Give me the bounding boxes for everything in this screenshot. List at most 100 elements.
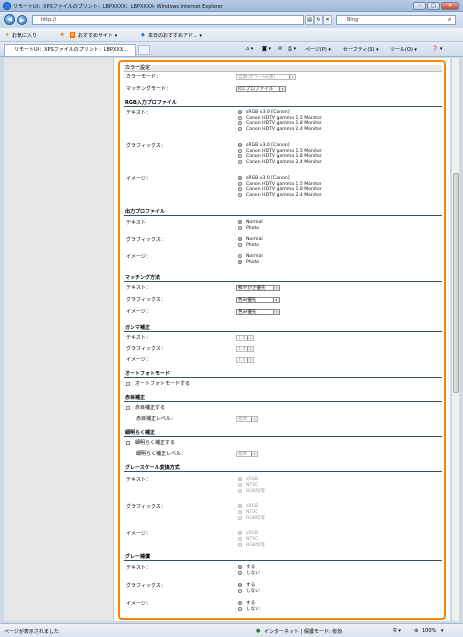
matching_method-select[interactable]: 色み優先 ▾ [236,309,280,315]
redeye-level-select[interactable]: 標準 ▾ [236,416,258,422]
back-button[interactable]: ◀ [4,14,15,25]
search-icon[interactable]: ⌕ [448,16,451,24]
gray_comp-radio-option[interactable]: する [238,601,255,606]
radio-button-icon[interactable] [238,543,242,547]
radio-button-icon[interactable] [238,154,242,158]
minimize-button[interactable]: – [413,2,426,10]
radio-button-icon[interactable] [238,220,242,224]
gray_comp-radio-option[interactable]: しない [238,607,260,612]
matching-mode-select[interactable]: ICCプロファイル ▾ [236,86,286,92]
safety-menu[interactable]: セーフティ(S) ▾ [343,46,379,53]
color-mode-select[interactable]: 自動(カラー/白黒) ▾ [236,74,296,80]
radio-button-icon[interactable] [238,531,242,535]
radio-button-icon[interactable] [238,601,242,605]
rgb_profile-radio-option[interactable]: Canon HDTV gamma 2.4 Monitor [238,192,322,198]
security-zone[interactable]: インターネット | 保護モード: 有効 [264,628,342,635]
grayscale-radio-option[interactable]: RGB均等 [238,516,265,521]
radio-button-icon[interactable] [238,181,242,186]
page-menu[interactable]: ページ(P) ▾ [305,46,331,53]
rgb_profile-radio-option[interactable]: Canon HDTV gamma 1.5 Monitor [238,148,322,154]
gamma-select[interactable]: 1.4 ▾ [236,335,254,341]
rgb_profile-radio-option[interactable]: sRGB v3.0 [Canon] [238,176,289,181]
radio-button-icon[interactable] [238,115,242,120]
suggested-sites-link[interactable]: おすすめサイト ▾ [78,32,117,39]
radio-button-icon[interactable] [238,110,242,114]
grayscale-radio-option[interactable]: NTSC [238,483,258,488]
radio-button-icon[interactable] [238,148,242,153]
rgb_profile-radio-option[interactable]: Canon HDTV gamma 1.8 Monitor [238,154,322,159]
refresh-icon[interactable]: ↻ [314,15,323,25]
url-input[interactable]: http:// [32,15,304,25]
radio-button-icon[interactable] [238,565,242,569]
radio-button-icon[interactable] [238,237,242,241]
radio-button-icon[interactable] [238,226,242,230]
output_profile-radio-option[interactable]: Photo [238,226,259,231]
grayscale-radio-option[interactable]: sRGB [238,504,258,509]
rgb_profile-radio-option[interactable]: sRGB v3.0 [Canon] [238,143,289,148]
favorites-button[interactable]: お気に入り [12,32,37,39]
radio-button-icon[interactable] [238,187,242,191]
rgb_profile-radio-option[interactable]: Canon HDTV gamma 2.4 Monitor [238,159,322,165]
zoom-dropdown-icon[interactable]: ▾ [441,628,444,634]
matching_method-select[interactable]: 鮮やかさ優先 ▾ [236,285,280,291]
close-button[interactable]: ✕ [441,2,459,10]
grayscale-radio-option[interactable]: RGB均等 [238,543,265,548]
radio-button-icon[interactable] [238,243,242,247]
grayscale-radio-option[interactable]: sRGB [238,477,258,482]
radio-button-icon[interactable] [238,607,242,611]
vertical-scrollbar[interactable] [451,58,459,621]
home-icon[interactable]: ⌂ ▾ [246,46,253,52]
print-icon[interactable]: ⎙ ▾ [288,46,296,52]
radio-button-icon[interactable] [238,260,242,264]
radio-button-icon[interactable] [238,504,242,508]
mail-icon[interactable]: ✉ [278,46,282,52]
matching_method-select[interactable]: 色み優先 ▾ [236,297,280,303]
rgb_profile-radio-option[interactable]: Canon HDTV gamma 1.8 Monitor [238,121,322,126]
rgb_profile-radio-option[interactable]: Canon HDTV gamma 1.5 Monitor [238,181,322,187]
grayscale-radio-option[interactable]: RGB均等 [238,489,265,494]
gray_comp-radio-option[interactable]: する [238,565,255,570]
output_profile-radio-option[interactable]: Normal [238,254,263,259]
today-link[interactable]: 本日のおすすめアド... ▾ [148,32,202,39]
radio-button-icon[interactable] [238,477,242,481]
scrollbar-thumb[interactable] [453,173,459,393]
radio-button-icon[interactable] [238,143,242,147]
output_profile-radio-option[interactable]: Normal [238,237,263,242]
new-tab-button[interactable] [138,45,150,55]
gray_comp-radio-option[interactable]: しない [238,589,260,594]
gamma-select[interactable]: 1.4 ▾ [236,357,254,363]
tools-menu[interactable]: ツール(O) ▾ [390,46,417,53]
gray_comp-radio-option[interactable]: しない [238,571,260,576]
radio-button-icon[interactable] [238,583,242,587]
stop-icon[interactable]: ✕ [323,15,332,25]
redeye-checkbox[interactable]: 赤目補正する [126,405,165,411]
radio-button-icon[interactable] [238,254,242,258]
help-menu[interactable]: ❓ ▾ [432,46,442,52]
rgb_profile-radio-option[interactable]: sRGB v3.0 [Canon] [238,110,289,115]
gray_comp-radio-option[interactable]: する [238,583,255,588]
browser-tab[interactable]: リモートUI：XPSファイルのプリント：LBPXXX... [4,44,136,56]
rgb_profile-radio-option[interactable]: Canon HDTV gamma 1.5 Monitor [238,115,322,121]
protected-mode-icon[interactable]: ⛨ ▾ [393,628,401,634]
radio-button-icon[interactable] [238,537,242,541]
radio-button-icon[interactable] [238,571,242,575]
radio-button-icon[interactable] [238,489,242,493]
search-input[interactable]: Bing [336,15,456,25]
bright-level-select[interactable]: 標準 ▾ [236,451,258,457]
grayscale-radio-option[interactable]: NTSC [238,510,258,515]
radio-button-icon[interactable] [238,121,242,125]
radio-button-icon[interactable] [238,589,242,593]
bright-checkbox[interactable]: 細明らく補正する [126,440,175,446]
maximize-button[interactable]: □ [427,2,440,10]
feeds-icon[interactable]: ◙ ▾ [262,46,271,52]
radio-button-icon[interactable] [238,192,242,197]
compat-view-icon[interactable]: ▤ [305,15,314,25]
rgb_profile-radio-option[interactable]: Canon HDTV gamma 1.8 Monitor [238,187,322,192]
add-favorite-icon[interactable]: ✚ [60,32,64,38]
radio-button-icon[interactable] [238,126,242,131]
grayscale-radio-option[interactable]: sRGB [238,531,258,536]
zoom-level[interactable]: 100% [422,628,436,634]
rgb_profile-radio-option[interactable]: Canon HDTV gamma 2.4 Monitor [238,126,322,132]
autophoto-checkbox[interactable]: オートフォトモードする [126,381,190,387]
output_profile-radio-option[interactable]: Photo [238,243,259,248]
